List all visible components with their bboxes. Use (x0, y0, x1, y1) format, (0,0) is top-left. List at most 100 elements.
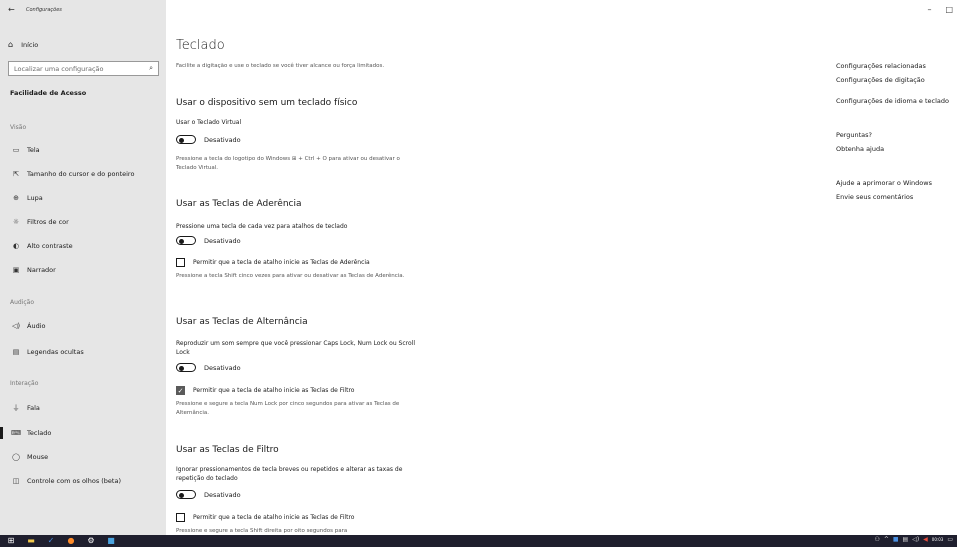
section-interaction: Interação (10, 380, 39, 387)
category-title: Facilidade de Acesso (10, 89, 87, 97)
captions-icon: ▤ (12, 348, 20, 356)
search-input[interactable]: Localizar uma configuração ⌕ (8, 61, 159, 76)
checkbox-label: Permitir que a tecla de atalho inicie as… (193, 259, 370, 266)
home-label: Início (21, 40, 39, 49)
typing-settings-link[interactable]: Configurações de digitação (836, 76, 925, 84)
virtual-keyboard-label: Usar o Teclado Virtual (176, 119, 242, 126)
sticky-keys-desc: Pressione a tecla Shift cinco vezes para… (176, 273, 405, 279)
checkbox-label: Permitir que a tecla de atalho inicie as… (193, 514, 355, 521)
sidebar-item-cursor[interactable]: ⇱ Tamanho do cursor e do ponteiro (10, 170, 134, 178)
sidebar-item-olhos[interactable]: ◫ Controle com os olhos (beta) (10, 477, 121, 485)
sidebar-item-audio[interactable]: ◁) Áudio (10, 322, 46, 330)
sidebar-item-mouse[interactable]: ◯ Mouse (10, 453, 48, 461)
app-icon[interactable]: ✓ (46, 536, 56, 546)
sidebar-item-label: Teclado (27, 429, 52, 437)
get-help-link[interactable]: Obtenha ajuda (836, 145, 884, 153)
maximize-button[interactable]: □ (945, 5, 953, 14)
page-intro: Facilite a digitação e use o teclado se … (176, 63, 385, 69)
toggle-state: Desativado (204, 236, 241, 245)
virtual-keyboard-toggle-row: Desativado (176, 135, 241, 144)
toggle-keys-toggle[interactable] (176, 363, 196, 372)
sidebar-item-label: Mouse (27, 453, 49, 461)
sidebar-item-label: Legendas ocultas (27, 348, 84, 356)
volume-icon[interactable]: ◁) (912, 536, 919, 543)
notifications-icon[interactable]: ▭ (947, 536, 953, 543)
virtual-keyboard-toggle[interactable] (176, 135, 196, 144)
sticky-keys-shortcut-checkbox[interactable] (176, 258, 185, 267)
taskbar-apps: ⊞ ▬ ✓ ● ⚙ ■ (6, 536, 116, 546)
sidebar-item-label: Tamanho do cursor e do ponteiro (27, 170, 135, 178)
sidebar-item-label: Controle com os olhos (beta) (27, 477, 121, 485)
toggle-keys-shortcut-checkbox[interactable]: ✓ (176, 386, 185, 395)
sidebar-item-contraste[interactable]: ◐ Alto contraste (10, 242, 73, 250)
sidebar-item-label: Tela (27, 146, 40, 154)
filter-keys-checkbox-row: Permitir que a tecla de atalho inicie as… (176, 513, 354, 522)
contrast-icon: ◐ (12, 242, 20, 250)
sidebar-item-tela[interactable]: ▭ Tela (10, 146, 40, 154)
sidebar-item-label: Filtros de cor (27, 218, 69, 226)
checkbox-label: Permitir que a tecla de atalho inicie as… (193, 387, 355, 394)
sidebar-item-narrador[interactable]: ▣ Narrador (10, 266, 56, 274)
virtual-keyboard-desc: Pressione a tecla do logotipo do Windows… (176, 156, 400, 171)
sidebar-item-label: Áudio (27, 322, 46, 330)
cursor-icon: ⇱ (13, 170, 19, 178)
people-icon[interactable]: ⚇ (874, 536, 879, 543)
filter-keys-label: Ignorar pressionamentos de tecla breves … (176, 466, 403, 482)
sidebar-item-label: Alto contraste (27, 242, 73, 250)
toggle-state: Desativado (204, 135, 241, 144)
toggle-keys-desc: Pressione e segure a tecla Num Lock por … (176, 401, 400, 416)
section-vision: Visão (10, 124, 27, 131)
filter-keys-toggle[interactable] (176, 490, 196, 499)
page-title: Teclado (176, 38, 225, 53)
sidebar-item-teclado[interactable]: ⌨ Teclado (0, 427, 52, 439)
sidebar-item-filtros[interactable]: ☼ Filtros de cor (10, 218, 69, 226)
sticky-keys-toggle[interactable] (176, 236, 196, 245)
section-heading-filter-keys: Usar as Teclas de Filtro (176, 445, 279, 455)
settings-icon[interactable]: ⚙ (86, 536, 96, 546)
firefox-icon[interactable]: ● (66, 536, 76, 546)
sidebar-item-label: Fala (27, 404, 40, 412)
toggle-keys-toggle-row: Desativado (176, 363, 241, 372)
mouse-icon: ◯ (12, 453, 20, 461)
system-tray: ⚇ ^ ■ ▤ ◁) ◀ 00:03 ▭ (874, 536, 953, 543)
sticky-keys-checkbox-row: Permitir que a tecla de atalho inicie as… (176, 258, 370, 267)
related-settings-heading: Configurações relacionadas (836, 62, 926, 70)
sidebar-item-fala[interactable]: ⏚ Fala (10, 403, 40, 413)
sun-icon: ☼ (12, 218, 20, 226)
file-explorer-icon[interactable]: ▬ (26, 536, 36, 546)
back-arrow-icon[interactable]: ← (8, 5, 15, 14)
search-placeholder: Localizar uma configuração (14, 64, 104, 73)
section-heading-toggle-keys: Usar as Teclas de Alternância (176, 317, 308, 327)
chevron-up-icon[interactable]: ^ (884, 536, 889, 543)
sidebar-item-label: Lupa (27, 194, 43, 202)
speaker-icon: ◁) (11, 322, 21, 330)
microphone-icon: ⏚ (12, 404, 20, 412)
home-nav-item[interactable]: ⌂ Início (8, 40, 38, 49)
flag-icon[interactable]: ◀ (923, 536, 928, 543)
app-title: Configurações (26, 7, 62, 13)
tray-app-icon[interactable]: ■ (893, 536, 899, 543)
clock-time[interactable]: 00:03 (932, 537, 944, 542)
main-content: Teclado Facilite a digitação e use o tec… (166, 0, 957, 535)
language-keyboard-settings-link[interactable]: Configurações de idioma e teclado (836, 97, 949, 105)
narrator-icon: ▣ (12, 266, 20, 274)
toggle-state: Desativado (204, 363, 241, 372)
home-icon: ⌂ (8, 40, 14, 49)
sidebar: ← Configurações ⌂ Início Localizar uma c… (0, 0, 166, 535)
network-icon[interactable]: ▤ (903, 536, 909, 543)
minimize-button[interactable]: – (927, 5, 931, 14)
filter-keys-shortcut-checkbox[interactable] (176, 513, 185, 522)
search-icon: ⌕ (149, 64, 153, 72)
section-hearing: Audição (10, 299, 35, 306)
improve-windows-heading: Ajude a aprimorar o Windows (836, 179, 932, 187)
sticky-keys-label: Pressione uma tecla de cada vez para ata… (176, 223, 348, 230)
magnifier-icon: ⊕ (13, 194, 19, 202)
store-icon[interactable]: ■ (106, 536, 116, 546)
start-icon[interactable]: ⊞ (6, 536, 16, 546)
taskbar: ⊞ ▬ ✓ ● ⚙ ■ ⚇ ^ ■ ▤ ◁) ◀ 00:03 ▭ (0, 535, 957, 547)
sidebar-item-legendas[interactable]: ▤ Legendas ocultas (10, 348, 84, 356)
toggle-keys-label: Reproduzir um som sempre que você pressi… (176, 340, 415, 356)
section-heading-virtual-keyboard: Usar o dispositivo sem um teclado físico (176, 98, 358, 108)
send-feedback-link[interactable]: Envie seus comentários (836, 193, 913, 201)
sidebar-item-lupa[interactable]: ⊕ Lupa (10, 194, 43, 202)
